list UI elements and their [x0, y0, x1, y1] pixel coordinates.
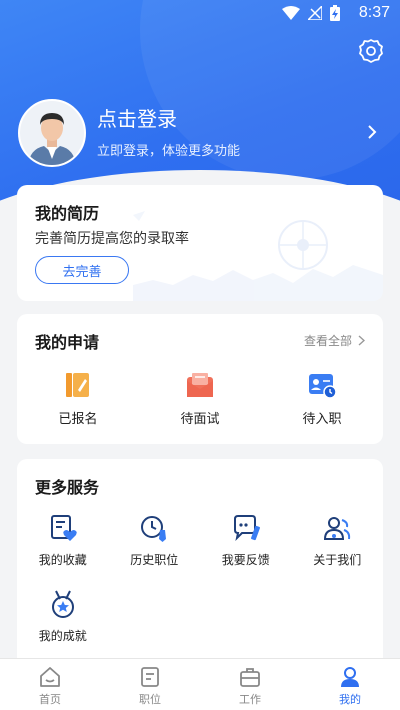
services-row: 我的收藏 历史职位 我要反馈 关于我们	[17, 513, 383, 568]
gear-icon	[359, 39, 383, 63]
service-feedback[interactable]: 我要反馈	[200, 513, 292, 568]
avatar[interactable]	[18, 99, 86, 167]
apply-item-label: 待入职	[302, 412, 342, 427]
service-about-us[interactable]: 关于我们	[292, 513, 384, 568]
wifi-icon	[282, 6, 300, 20]
services-row: 我的成就	[17, 589, 383, 644]
tab-profile[interactable]: 我的	[300, 659, 400, 710]
login-chevron-button[interactable]	[366, 124, 378, 140]
resume-description: 完善简历提高您的录取率	[35, 231, 189, 247]
favorites-icon	[50, 515, 77, 541]
complete-resume-button[interactable]: 去完善	[35, 256, 129, 284]
no-signal-icon	[308, 6, 322, 20]
tab-work[interactable]: 工作	[200, 659, 300, 710]
onboarding-id-card-icon	[309, 374, 337, 399]
view-all-link[interactable]: 查看全部	[304, 332, 365, 349]
service-label: 历史职位	[130, 553, 179, 567]
tab-label: 我的	[339, 693, 361, 706]
applications-card: 我的申请 查看全部 已报名 待面试 待入职	[17, 314, 383, 444]
signed-up-icon	[66, 373, 89, 397]
status-icons	[282, 5, 340, 21]
service-label: 我的收藏	[38, 553, 87, 567]
service-label: 我要反馈	[221, 553, 270, 567]
resume-card[interactable]: 我的简历 完善简历提高您的录取率 去完善	[17, 185, 383, 301]
resume-title: 我的简历	[35, 204, 100, 223]
tab-label: 工作	[239, 693, 261, 706]
apply-item-onboarding[interactable]: 待入职	[261, 370, 383, 427]
profile-icon	[341, 667, 359, 687]
services-title: 更多服务	[35, 478, 100, 497]
apply-item-interview[interactable]: 待面试	[139, 370, 261, 427]
service-label: 我的成就	[38, 629, 87, 643]
chevron-right-icon	[358, 335, 365, 346]
apply-item-label: 待面试	[180, 412, 220, 427]
history-jobs-icon	[141, 516, 167, 542]
chevron-right-icon	[368, 125, 377, 139]
login-subtitle: 立即登录，体验更多功能	[97, 144, 241, 159]
work-briefcase-icon	[240, 668, 260, 687]
bottom-tab-bar: 首页 职位 工作 我的	[0, 658, 400, 710]
achievement-medal-icon	[51, 590, 74, 618]
status-time: 8:37	[358, 4, 390, 21]
tab-label: 首页	[39, 693, 61, 706]
services-card: 更多服务 我的收藏 历史职位 我要反馈 关于我们 我的成就	[17, 459, 383, 658]
applications-grid: 已报名 待面试 待入职	[17, 370, 383, 427]
applications-title: 我的申请	[35, 333, 100, 352]
service-achievements[interactable]: 我的成就	[17, 589, 109, 644]
settings-button[interactable]	[358, 38, 384, 64]
tab-jobs[interactable]: 职位	[100, 659, 200, 710]
home-icon	[40, 667, 60, 687]
service-favorites[interactable]: 我的收藏	[17, 513, 109, 568]
login-title[interactable]: 点击登录	[97, 103, 177, 132]
status-bar: 8:37	[0, 0, 400, 28]
apply-item-signed-up[interactable]: 已报名	[17, 370, 139, 427]
interview-envelope-icon	[187, 373, 213, 397]
service-label: 关于我们	[313, 553, 362, 567]
user-avatar-icon	[20, 101, 84, 165]
tab-label: 职位	[139, 693, 161, 706]
view-all-label: 查看全部	[303, 334, 352, 348]
apply-item-label: 已报名	[58, 412, 98, 427]
jobs-icon	[141, 667, 159, 687]
about-us-icon	[324, 517, 351, 540]
service-history-jobs[interactable]: 历史职位	[109, 513, 201, 568]
tab-home[interactable]: 首页	[0, 659, 100, 710]
feedback-icon	[233, 515, 260, 542]
battery-charging-icon	[330, 5, 340, 21]
